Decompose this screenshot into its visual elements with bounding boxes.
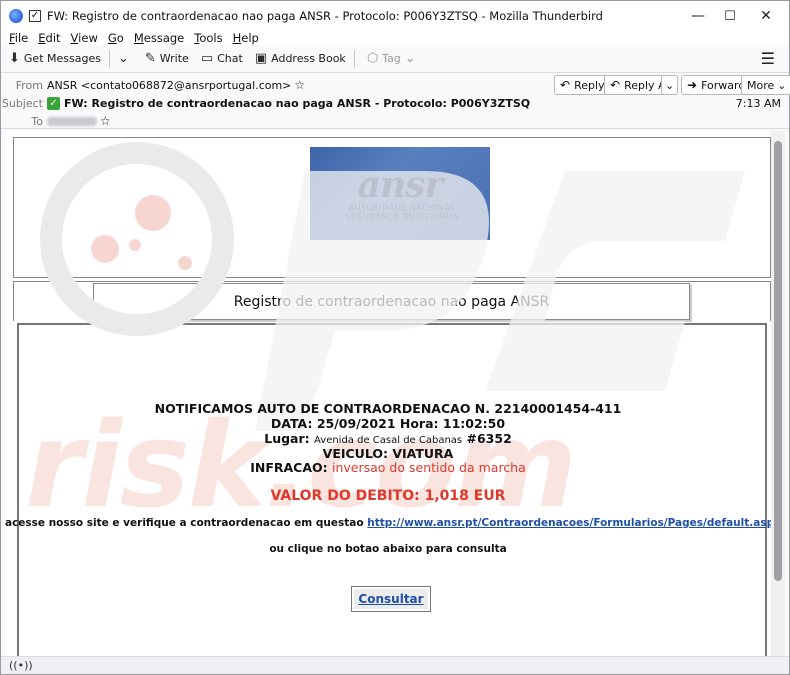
lugar-label: Lugar: <box>264 431 310 446</box>
menu-file[interactable]: File <box>9 31 28 45</box>
subject-value: FW: Registro de contraordenacao nao paga… <box>64 96 531 110</box>
chat-bubble-icon: ▭ <box>200 51 214 66</box>
notice-line: NOTIFICAMOS AUTO DE CONTRAORDENACAO N. 2… <box>154 401 622 416</box>
menu-edit[interactable]: Edit <box>38 31 60 45</box>
tag-icon: ⬡ <box>366 51 379 66</box>
from-row: From ANSR <contato068872@ansrportugal.co… <box>1 77 305 93</box>
lugar-number: #6352 <box>466 431 512 446</box>
thunderbird-window: ✓ FW: Registro de contraordenacao nao pa… <box>0 0 790 675</box>
tag-button[interactable]: ⬡ Tag ⌄ <box>363 47 424 71</box>
valor-line: VALOR DO DEBITO: 1,018 EUR <box>270 488 506 504</box>
more-button[interactable]: More ⌄ <box>741 75 790 95</box>
address-book-button[interactable]: ▣ Address Book <box>251 47 350 71</box>
verified-check-icon: ✓ <box>47 96 60 110</box>
reply-label: Reply <box>574 78 605 92</box>
reply-all-dropdown[interactable]: ⌄ <box>661 75 678 95</box>
chevron-down-icon: ⌄ <box>117 51 129 66</box>
address-book-label: Address Book <box>271 52 346 65</box>
consultar-button[interactable]: Consultar <box>351 586 431 612</box>
checkbox-icon: ✓ <box>29 10 41 22</box>
forward-label: Forward <box>701 78 746 92</box>
reply-button[interactable]: ↶ Reply <box>554 75 611 95</box>
menu-view[interactable]: View <box>71 31 98 45</box>
banner-subtitle-1: AUTORIDADE NACIONAL <box>348 202 456 212</box>
access-text: acesse nosso site e verifique a contraor… <box>5 517 364 529</box>
close-button[interactable]: ✕ <box>743 1 789 31</box>
star-icon[interactable]: ☆ <box>294 78 305 92</box>
get-messages-dropdown[interactable]: ⌄ <box>114 47 137 71</box>
menu-message[interactable]: Message <box>134 31 184 45</box>
subject-row: Subject ✓ FW: Registro de contraordenaca… <box>1 95 530 111</box>
scrollbar-thumb[interactable] <box>774 141 782 581</box>
phishing-link[interactable]: http://www.ansr.pt/Contraordenacoes/Form… <box>367 517 781 529</box>
forward-arrow-icon: ➜ <box>687 78 698 92</box>
infracao-value: inversao do sentido da marcha <box>332 460 526 475</box>
infracao-line: INFRACAO: inversao do sentido da marcha <box>5 460 771 475</box>
redacted-recipient <box>47 116 97 126</box>
window-title: FW: Registro de contraordenacao nao paga… <box>47 9 603 23</box>
from-value[interactable]: ANSR <contato068872@ansrportugal.com> <box>47 79 291 92</box>
title-bar: ✓ FW: Registro de contraordenacao nao pa… <box>1 1 789 31</box>
write-button[interactable]: ✎ Write <box>141 47 193 71</box>
reply-arrow-icon: ↶ <box>560 78 571 92</box>
download-icon: ⬇ <box>9 51 20 66</box>
more-label: More <box>747 78 775 92</box>
to-row: To ☆ <box>1 113 111 129</box>
hamburger-menu-icon[interactable]: ☰ <box>761 49 775 68</box>
thunderbird-app-icon <box>9 9 23 23</box>
ansr-logo: ansr <box>357 163 444 206</box>
address-book-icon: ▣ <box>254 51 268 66</box>
vehicle-line: VEICULO: VIATURA <box>322 446 454 461</box>
message-time: 7:13 AM <box>735 97 781 110</box>
to-label: To <box>31 114 43 128</box>
pencil-icon: ✎ <box>144 51 156 66</box>
toolbar-divider <box>353 49 355 68</box>
infracao-label: INFRACAO: <box>250 460 328 475</box>
access-line: acesse nosso site e verifique a contraor… <box>5 517 781 529</box>
lugar-line: Lugar: Avenida de Casal de Cabanas #6352 <box>5 431 771 446</box>
vertical-scrollbar[interactable] <box>771 131 785 656</box>
menu-tools[interactable]: Tools <box>194 31 222 45</box>
toolbar-divider <box>108 49 110 68</box>
chat-label: Chat <box>217 52 243 65</box>
ansr-banner-image: ansr AUTORIDADE NACIONAL SEGURANÇA RODOV… <box>310 147 490 240</box>
banner-subtitle-2: SEGURANÇA RODOVIÁRIA <box>345 211 459 221</box>
message-body: ansr AUTORIDADE NACIONAL SEGURANÇA RODOV… <box>5 131 785 656</box>
chevron-down-icon: ⌄ <box>777 78 787 92</box>
chevron-down-icon: ⌄ <box>404 51 416 66</box>
write-label: Write <box>159 52 189 65</box>
from-label: From <box>15 78 43 92</box>
get-messages-button[interactable]: ⬇ Get Messages <box>5 47 105 71</box>
menu-help[interactable]: Help <box>233 31 259 45</box>
lugar-address: Avenida de Casal de Cabanas <box>314 435 463 446</box>
tag-label: Tag <box>382 52 401 65</box>
date-line: DATA: 25/09/2021 Hora: 11:02:50 <box>270 416 506 431</box>
status-bar: ((•)) <box>1 656 789 674</box>
star-icon[interactable]: ☆ <box>100 114 111 128</box>
banner-frame: ansr AUTORIDADE NACIONAL SEGURANÇA RODOV… <box>13 137 771 278</box>
menu-bar: File Edit View Go Message Tools Help <box>1 31 789 45</box>
email-heading: Registro de contraordenacao nao paga ANS… <box>93 283 690 320</box>
message-header: From ANSR <contato068872@ansrportugal.co… <box>1 73 790 129</box>
or-click-line: ou clique no botao abaixo para consulta <box>269 543 507 555</box>
reply-all-arrow-icon: ↶ <box>610 78 621 92</box>
chat-button[interactable]: ▭ Chat <box>197 47 247 71</box>
subject-label: Subject <box>1 96 43 110</box>
get-messages-label: Get Messages <box>23 52 101 65</box>
chevron-down-icon: ⌄ <box>665 78 675 92</box>
menu-go[interactable]: Go <box>108 31 124 45</box>
activity-broadcast-icon: ((•)) <box>9 659 33 672</box>
main-toolbar: ⬇ Get Messages ⌄ ✎ Write ▭ Chat ▣ Addres… <box>1 45 789 73</box>
